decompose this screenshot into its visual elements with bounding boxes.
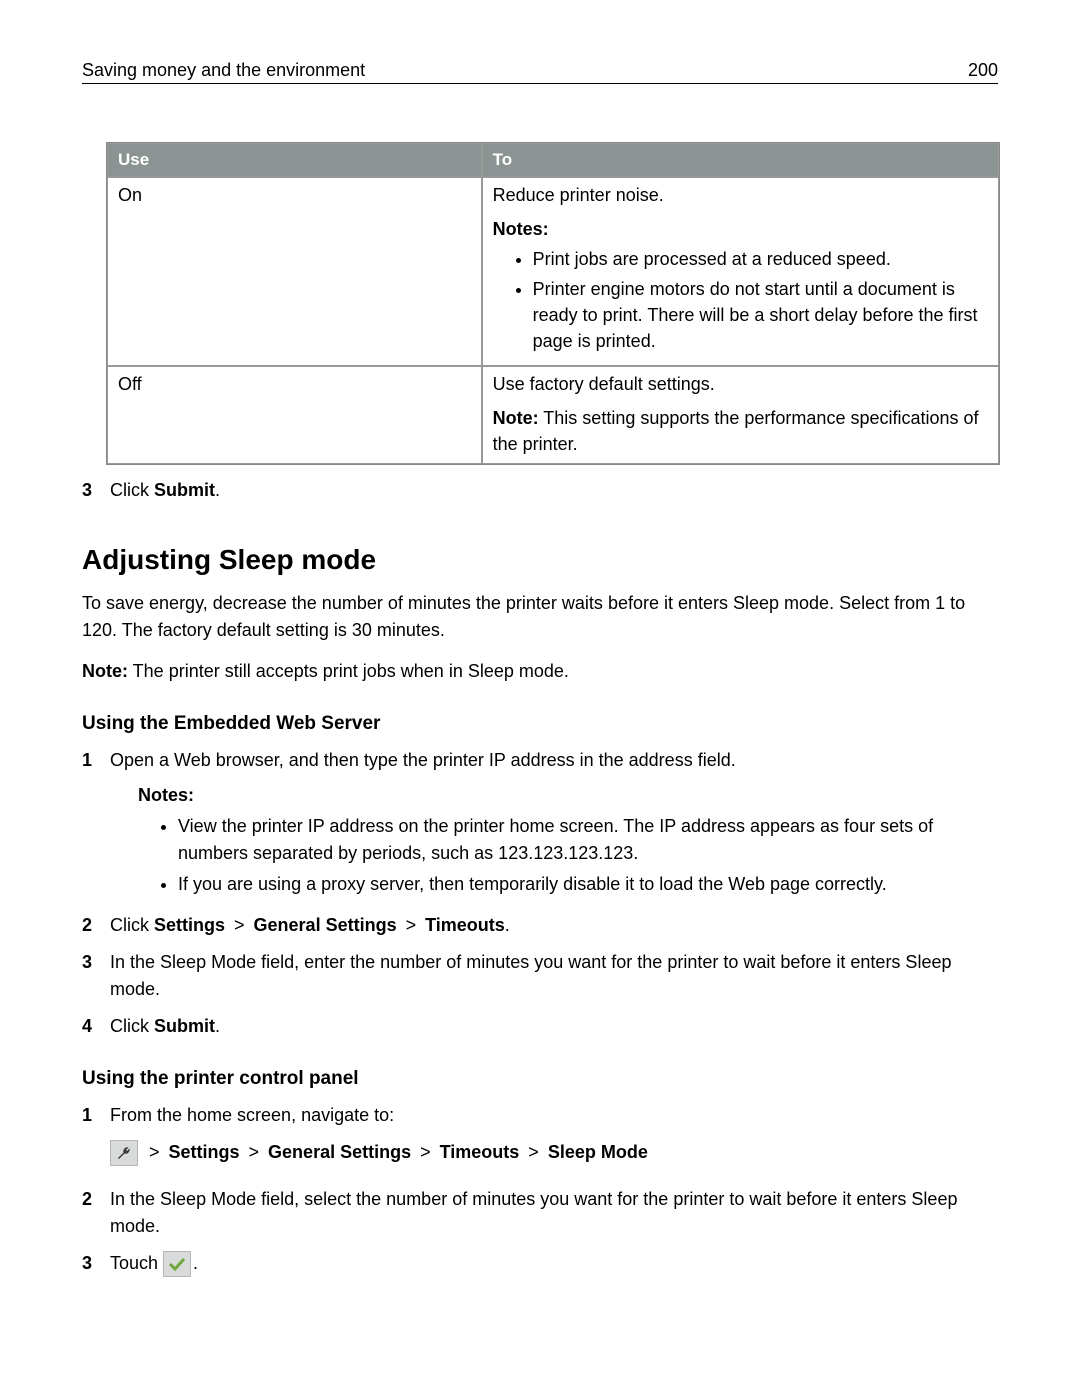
step-text: From the home screen, navigate to: [110,1105,394,1125]
note-text: This setting supports the performance sp… [493,408,979,454]
table-header-row: Use To [107,143,999,177]
list-item: Printer engine motors do not start until… [533,276,988,354]
cell-use: On [107,177,482,366]
list-item: Print jobs are processed at a reduced sp… [533,246,988,272]
path-settings: Settings [154,915,225,935]
step-body: Touch . [110,1250,998,1277]
touch-text: Touch [110,1253,163,1273]
intro-paragraph: To save energy, decrease the number of m… [82,590,998,644]
cell-to-line: Use factory default settings. [493,371,988,397]
wrench-icon [110,1140,138,1166]
path-timeouts: Timeouts [425,915,505,935]
step-body: From the home screen, navigate to: > Set… [110,1102,998,1176]
period: . [505,915,510,935]
web-server-title: Using the Embedded Web Server [82,713,998,735]
table-row: On Reduce printer noise. Notes: Print jo… [107,177,999,366]
cell-use: Off [107,366,482,464]
click-text: Click [110,480,154,500]
top-steps: 3 Click Submit. [82,477,998,504]
path-timeouts: Timeouts [440,1142,520,1162]
notes-label: Notes: [493,216,988,242]
header-title: Saving money and the environment [82,60,365,81]
step-number: 2 [82,912,110,939]
step-body: Click Settings > General Settings > Time… [110,912,998,939]
note-prefix: Note: [493,408,539,428]
notes-list: View the printer IP address on the print… [138,813,998,898]
list-item: View the printer IP address on the print… [178,813,998,867]
note-prefix: Note: [82,661,128,681]
page-number: 200 [968,60,998,81]
notes-list: Print jobs are processed at a reduced sp… [493,246,988,354]
panel-steps: 1 From the home screen, navigate to: > S… [82,1102,998,1278]
step-number: 2 [82,1186,110,1240]
note-inline: Note: This setting supports the performa… [493,405,988,457]
section-title: Adjusting Sleep mode [82,544,998,576]
step-body: Click Submit. [110,1013,998,1040]
note-text: The printer still accepts print jobs whe… [128,661,569,681]
step-text: Open a Web browser, and then type the pr… [110,750,736,770]
list-item: If you are using a proxy server, then te… [178,871,998,898]
step-text: In the Sleep Mode field, enter the numbe… [110,949,998,1003]
cell-to: Reduce printer noise. Notes: Print jobs … [482,177,999,366]
separator: > [144,1142,165,1162]
step-text: In the Sleep Mode field, select the numb… [110,1186,998,1240]
separator: > [229,915,250,935]
notes-label: Notes: [138,782,998,809]
submit-label: Submit [154,1016,215,1036]
separator: > [523,1142,544,1162]
submit-label: Submit [154,480,215,500]
click-text: Click [110,915,154,935]
step-number: 1 [82,747,110,902]
step-number: 3 [82,1250,110,1277]
quiet-mode-table: Use To On Reduce printer noise. Notes: P… [106,142,1000,465]
path-sleep-mode: Sleep Mode [548,1142,648,1162]
path-general-settings: General Settings [268,1142,411,1162]
step-number: 4 [82,1013,110,1040]
separator: > [244,1142,265,1162]
step-number: 3 [82,477,110,504]
control-panel-title: Using the printer control panel [82,1068,998,1090]
step-body: Open a Web browser, and then type the pr… [110,747,998,902]
page-header: Saving money and the environment 200 [82,60,998,84]
separator: > [415,1142,436,1162]
period: . [215,480,220,500]
path-settings: Settings [169,1142,240,1162]
period: . [215,1016,220,1036]
period: . [193,1253,198,1273]
cell-to: Use factory default settings. Note: This… [482,366,999,464]
separator: > [401,915,422,935]
step-number: 3 [82,949,110,1003]
cell-to-line: Reduce printer noise. [493,182,988,208]
path-general-settings: General Settings [254,915,397,935]
web-steps: 1 Open a Web browser, and then type the … [82,747,998,1040]
click-text: Click [110,1016,154,1036]
step-number: 1 [82,1102,110,1176]
table-row: Off Use factory default settings. Note: … [107,366,999,464]
intro-note: Note: The printer still accepts print jo… [82,658,998,685]
nav-path: > Settings > General Settings > Timeouts… [110,1139,998,1166]
check-icon [163,1251,191,1277]
th-use: Use [107,143,482,177]
th-to: To [482,143,999,177]
step-body: Click Submit. [110,477,998,504]
